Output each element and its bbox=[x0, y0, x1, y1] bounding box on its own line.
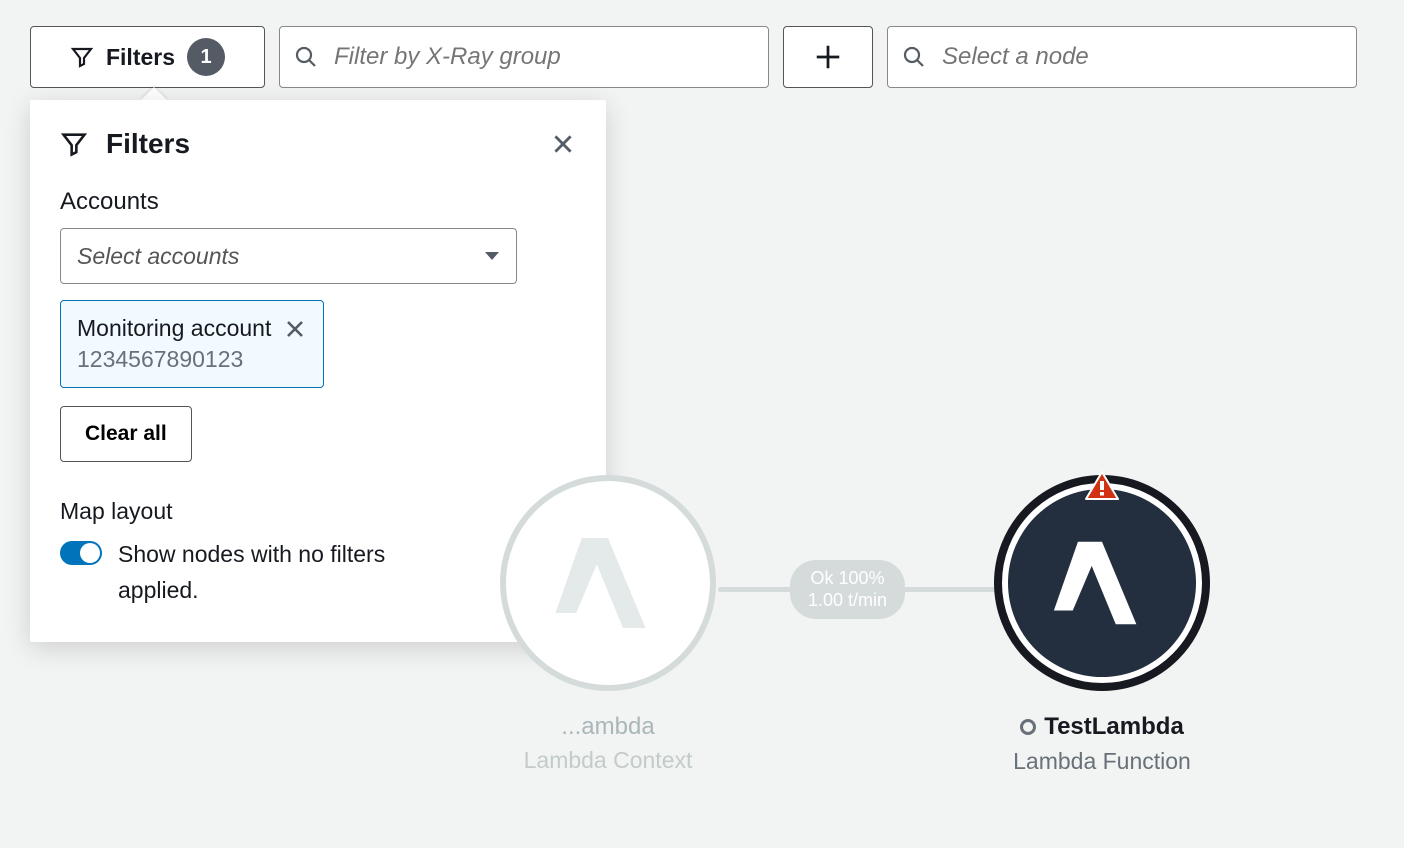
accounts-select-placeholder: Select accounts bbox=[77, 243, 239, 270]
edge-context-to-function[interactable]: Ok 100% 1.00 t/min bbox=[718, 560, 1011, 619]
xray-group-filter[interactable] bbox=[279, 26, 769, 88]
node-testlambda[interactable]: TestLambda Lambda Function bbox=[992, 475, 1212, 775]
accounts-select[interactable]: Select accounts bbox=[60, 228, 517, 284]
lambda-icon bbox=[1047, 528, 1157, 638]
node-subtitle: Lambda Context bbox=[498, 747, 718, 774]
xray-group-input[interactable] bbox=[332, 42, 754, 72]
edge-line bbox=[905, 587, 995, 592]
edge-line bbox=[718, 587, 790, 592]
clear-all-label: Clear all bbox=[85, 422, 167, 446]
clear-all-button[interactable]: Clear all bbox=[60, 406, 192, 462]
popover-title: Filters bbox=[106, 128, 190, 160]
edge-label: Ok 100% 1.00 t/min bbox=[790, 560, 905, 619]
node-selector[interactable] bbox=[887, 26, 1357, 88]
toggle-knob bbox=[80, 543, 100, 563]
account-tag: Monitoring account 1234567890123 bbox=[60, 300, 324, 388]
node-title-row: TestLambda bbox=[992, 713, 1212, 742]
edge-rate: 1.00 t/min bbox=[808, 590, 887, 612]
account-tag-id: 1234567890123 bbox=[77, 346, 271, 373]
edge-status: Ok 100% bbox=[808, 568, 887, 590]
node-lambda-context[interactable]: ...ambda Lambda Context bbox=[498, 475, 718, 774]
close-icon[interactable] bbox=[550, 131, 576, 157]
toggle-label: Show nodes with no filters applied. bbox=[118, 537, 468, 608]
filters-button[interactable]: Filters 1 bbox=[30, 26, 265, 88]
top-toolbar: Filters 1 bbox=[0, 0, 1404, 88]
accounts-section-title: Accounts bbox=[60, 188, 576, 216]
node-select-input[interactable] bbox=[940, 42, 1342, 72]
filters-count-badge: 1 bbox=[187, 38, 225, 76]
search-icon bbox=[294, 45, 318, 69]
node-title-text: TestLambda bbox=[1044, 713, 1184, 741]
account-tag-name: Monitoring account bbox=[77, 315, 271, 342]
remove-tag-icon[interactable] bbox=[283, 317, 307, 341]
lambda-icon bbox=[548, 523, 668, 643]
chevron-down-icon bbox=[484, 250, 500, 262]
search-icon bbox=[902, 45, 926, 69]
plus-icon bbox=[813, 42, 843, 72]
node-subtitle: Lambda Function bbox=[992, 748, 1212, 775]
warning-icon bbox=[1085, 471, 1119, 501]
node-title: ...ambda bbox=[498, 713, 718, 741]
filter-icon bbox=[60, 130, 88, 158]
filter-icon bbox=[70, 45, 94, 69]
status-dot-icon bbox=[1020, 719, 1036, 735]
popover-header: Filters bbox=[60, 128, 576, 160]
add-button[interactable] bbox=[783, 26, 873, 88]
popover-arrow bbox=[140, 87, 168, 101]
filters-button-label: Filters bbox=[106, 44, 175, 71]
show-unfiltered-nodes-toggle[interactable] bbox=[60, 541, 102, 565]
